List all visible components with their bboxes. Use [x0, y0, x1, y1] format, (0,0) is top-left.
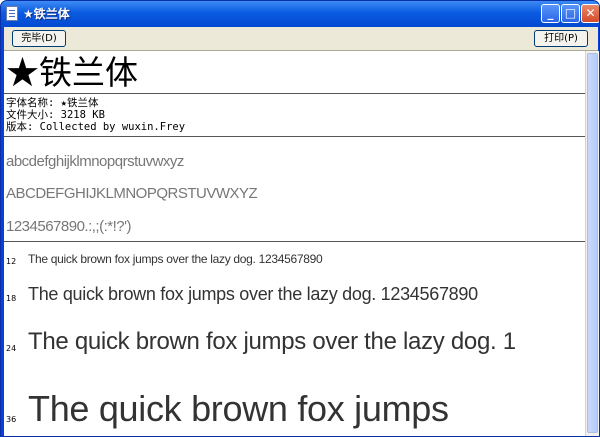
- digits-sample: 1234567890.:,;(:*!?'): [6, 218, 131, 235]
- size-label: 36: [6, 415, 17, 424]
- pangram-sample: The quick brown fox jumps over the lazy …: [28, 284, 478, 304]
- divider: [4, 136, 585, 137]
- uppercase-sample: ABCDEFGHIJKLMNOPQRSTUVWXYZ: [6, 185, 258, 202]
- done-button[interactable]: 完毕(D): [12, 30, 66, 47]
- font-name-line: 字体名称: ★铁兰体: [6, 97, 99, 109]
- divider: [4, 93, 585, 94]
- close-button[interactable]: ✕: [581, 4, 599, 23]
- window-title: ★铁兰体: [23, 7, 70, 21]
- minimize-button[interactable]: _: [541, 4, 560, 23]
- document-icon: [6, 6, 18, 21]
- maximize-button[interactable]: □: [561, 4, 580, 23]
- font-viewer-window: ★铁兰体 _ □ ✕ 完毕(D) 打印(P) ★铁兰体 字体名称: ★铁兰体 文…: [0, 0, 600, 437]
- pangram-sample: The quick brown fox jumps over the lazy …: [28, 328, 516, 355]
- print-button[interactable]: 打印(P): [534, 30, 588, 47]
- scrollbar-thumb[interactable]: [587, 53, 598, 433]
- file-size-line: 文件大小: 3218 KB: [6, 109, 105, 121]
- size-label: 18: [6, 294, 17, 303]
- lowercase-sample: abcdefghijklmnopqrstuvwxyz: [6, 153, 184, 170]
- vertical-scrollbar[interactable]: [585, 51, 599, 436]
- toolbar: 完毕(D) 打印(P): [4, 27, 598, 51]
- pangram-sample: The quick brown fox jumps over the lazy …: [28, 252, 323, 266]
- size-label: 24: [6, 344, 17, 353]
- size-label: 12: [6, 257, 17, 266]
- pangram-sample: The quick brown fox jumps: [28, 388, 449, 429]
- title-bar[interactable]: ★铁兰体 _ □ ✕: [1, 1, 599, 27]
- version-line: 版本: Collected by wuxin.Frey: [6, 121, 186, 133]
- font-preview-area: ★铁兰体 字体名称: ★铁兰体 文件大小: 3218 KB 版本: Collec…: [4, 51, 585, 436]
- font-display-name: ★铁兰体: [6, 53, 138, 92]
- divider: [4, 241, 585, 242]
